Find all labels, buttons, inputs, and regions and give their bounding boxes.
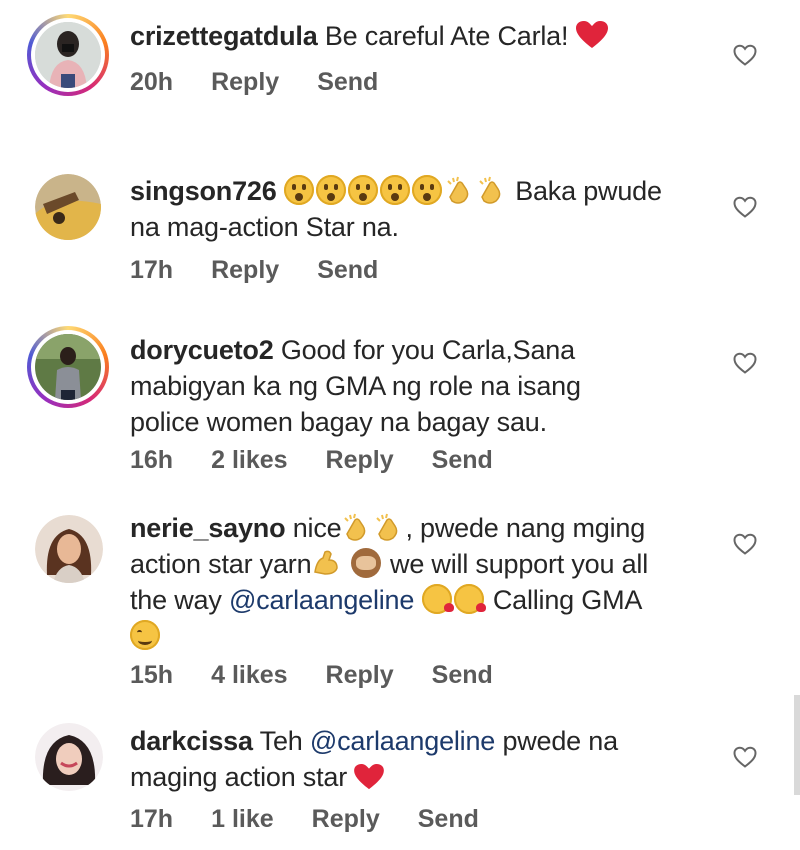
comment-body: Teh (259, 726, 303, 756)
comment-item: dorycueto2 Good for you Carla,Sana mabig… (0, 322, 800, 492)
comment-body: Good for you Carla,Sana (280, 335, 575, 365)
avatar[interactable] (35, 515, 103, 583)
comment-username[interactable]: darkcissa (130, 726, 253, 756)
comment-body: Calling GMA (492, 585, 643, 615)
reply-button[interactable]: Reply (326, 446, 394, 475)
heart-outline-icon[interactable] (733, 196, 757, 218)
comment-meta: 16h 2 likes Reply Send (130, 446, 531, 475)
comment-meta: 15h 4 likes Reply Send (130, 661, 531, 690)
clapping-hands-emoji (476, 175, 506, 205)
comment-body: mabigyan ka ng GMA ng role na isang (130, 371, 581, 401)
comment-body: , pwede nang mging (405, 513, 646, 543)
comment-body: maging action star (130, 762, 348, 792)
reply-button[interactable]: Reply (326, 661, 394, 690)
comment-text: dorycueto2 Good for you Carla,Sana mabig… (130, 332, 720, 440)
avatar (35, 334, 101, 400)
scroll-edge (794, 695, 800, 795)
comment-item: darkcissa Teh @carlaangeline pwede na ma… (0, 715, 800, 850)
comment-meta: 17h Reply Send (130, 256, 416, 285)
surprised-face-emoji (315, 175, 346, 205)
avatar-story-ring[interactable] (27, 14, 109, 96)
comment-time: 17h (130, 805, 174, 833)
surprised-face-emoji (283, 175, 314, 205)
avatar-story-ring[interactable] (27, 326, 109, 408)
comment-body: the way (130, 585, 222, 615)
comment-username[interactable]: singson726 (130, 176, 277, 206)
reply-button[interactable]: Reply (211, 68, 279, 97)
comment-body: pwede na (502, 726, 618, 756)
comment-body: action star yarn (130, 549, 312, 579)
like-count[interactable]: 2 likes (211, 446, 287, 475)
heart-outline-icon[interactable] (733, 533, 757, 555)
comment-item: singson726 Baka pwude na mag-action Star… (0, 160, 800, 300)
avatar (35, 22, 101, 88)
flexed-biceps-emoji (311, 548, 341, 578)
comment-time: 20h (130, 68, 174, 96)
surprised-face-emoji (347, 175, 378, 205)
mention-link[interactable]: @carlaangeline (310, 726, 495, 756)
heart-outline-icon[interactable] (733, 746, 757, 768)
like-count[interactable]: 4 likes (211, 661, 287, 690)
comment-body: na mag-action Star na. (130, 212, 399, 242)
comment-meta: 17h 1 like Reply Send (130, 805, 517, 834)
send-button[interactable]: Send (317, 68, 378, 97)
avatar[interactable] (35, 174, 101, 240)
red-heart-emoji (575, 21, 608, 48)
send-button[interactable]: Send (432, 446, 493, 475)
comment-text: nerie_sayno nice , pwede nang mging actio… (130, 510, 720, 654)
comment-text: singson726 Baka pwude na mag-action Star… (130, 173, 720, 245)
reply-button[interactable]: Reply (312, 805, 380, 834)
comment-time: 17h (130, 256, 174, 284)
heart-outline-icon[interactable] (733, 44, 757, 66)
comment-body: police women bagay na bagay sau. (130, 407, 547, 437)
reply-button[interactable]: Reply (211, 256, 279, 285)
avatar[interactable] (35, 723, 103, 791)
smiling-face-emoji (130, 620, 160, 650)
surprised-face-emoji (411, 175, 442, 205)
face-blowing-kiss-emoji (421, 584, 454, 614)
comment-text: crizettegatdula Be careful Ate Carla! (130, 18, 720, 54)
surprised-face-emoji (379, 175, 410, 205)
red-heart-emoji (354, 764, 385, 790)
clapping-hands-emoji (444, 175, 474, 205)
clapping-hands-emoji (341, 512, 371, 542)
comment-body: Baka pwude (515, 176, 662, 206)
clapping-hands-emoji (373, 512, 403, 542)
send-button[interactable]: Send (317, 256, 378, 285)
send-button[interactable]: Send (418, 805, 479, 834)
mention-link[interactable]: @carlaangeline (229, 585, 414, 615)
comment-item: nerie_sayno nice , pwede nang mging actio… (0, 505, 800, 705)
like-count[interactable]: 1 like (211, 805, 274, 834)
face-blowing-kiss-emoji (453, 584, 486, 614)
see-no-evil-monkey-emoji (350, 548, 381, 578)
comment-time: 16h (130, 446, 174, 474)
comment-username[interactable]: crizettegatdula (130, 21, 318, 51)
heart-outline-icon[interactable] (733, 352, 757, 374)
send-button[interactable]: Send (432, 661, 493, 690)
comment-time: 15h (130, 661, 174, 689)
comment-item: crizettegatdula Be careful Ate Carla! 20… (0, 0, 800, 120)
comment-text: darkcissa Teh @carlaangeline pwede na ma… (130, 723, 720, 795)
comment-meta: 20h Reply Send (130, 68, 416, 97)
comment-body: we will support you all (390, 549, 649, 579)
comment-body: nice (292, 513, 342, 543)
comment-body: Be careful Ate Carla! (324, 21, 569, 51)
comment-username[interactable]: nerie_sayno (130, 513, 286, 543)
comment-username[interactable]: dorycueto2 (130, 335, 274, 365)
